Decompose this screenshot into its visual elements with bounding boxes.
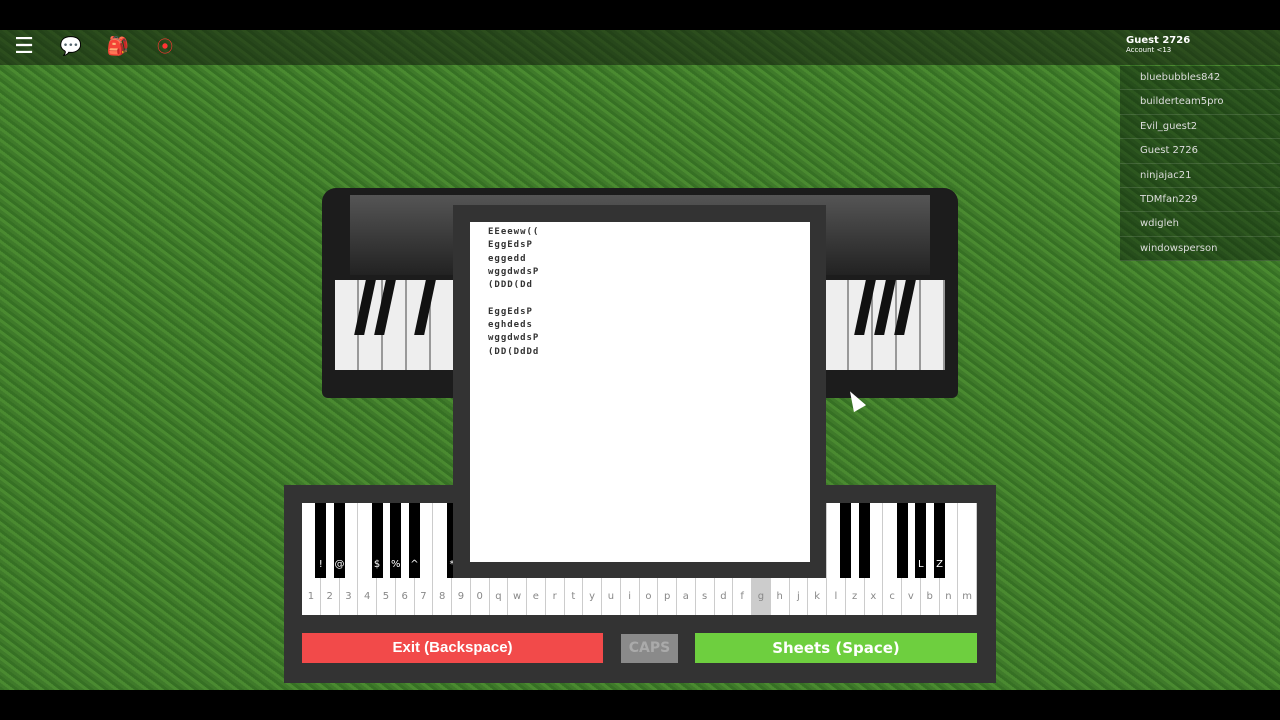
player-list-item[interactable]: ninjajac21 [1120,163,1280,188]
caps-button[interactable]: CAPS [621,634,678,663]
sheet-panel: EEeeww(( EggEdsP eggedd wggdwdsP (DDD(Dd EggE… [453,205,826,578]
chat-icon[interactable]: 💬 [57,34,85,60]
sheet-line: wggdwdsP [488,266,540,277]
black-key[interactable] [859,503,870,578]
account-subtitle: Account <13 [1126,46,1172,54]
black-key[interactable] [840,503,852,578]
black-key[interactable]: L [915,503,927,578]
player-list-item[interactable]: windowsperson [1120,236,1280,262]
sheet-line: EggEdsP [488,240,533,251]
player-list-item[interactable]: TDMfan229 [1120,187,1280,213]
record-icon[interactable]: ⦿ [151,34,179,60]
black-key[interactable]: $ [371,503,383,578]
player-list-item[interactable]: builderteam5pro [1120,90,1280,115]
account-info: Guest 2726 Account <13 [1126,35,1190,54]
black-key[interactable]: Z [934,503,945,578]
sheet-line: (DDD(Dd [488,280,533,291]
piano-3d-keys-left [335,280,455,370]
black-key[interactable]: ^ [409,503,420,578]
black-key[interactable] [896,503,908,578]
letterbox-bottom [0,690,1280,720]
player-list: bluebubbles842 builderteam5pro Evil_guest2… [1120,66,1280,262]
black-key[interactable]: % [390,503,402,578]
black-key[interactable]: ! [315,503,327,578]
white-key[interactable]: m [958,503,977,615]
sheet-line: EggEdsP [488,306,533,317]
backpack-icon[interactable]: 🎒 [104,34,132,60]
player-list-item[interactable]: wdigleh [1120,212,1280,237]
player-list-item[interactable]: bluebubbles842 [1120,66,1280,91]
black-key[interactable]: @ [334,503,345,578]
top-bar [0,30,1280,65]
player-list-item[interactable]: Guest 2726 [1120,139,1280,164]
account-name: Guest 2726 [1126,35,1191,46]
sheet-line: eghdeds [488,320,533,331]
sheet-paper: EEeeww(( EggEdsP eggedd wggdwdsP (DDD(Dd EggE… [470,222,810,562]
sheet-line: EEeeww(( [488,227,540,237]
sheet-line [488,292,810,305]
player-list-item[interactable]: Evil_guest2 [1120,114,1280,140]
menu-icon[interactable]: ☰ [10,34,38,60]
letterbox-top [0,0,1280,30]
sheet-line: eggedd [488,253,527,264]
exit-button[interactable]: Exit (Backspace) [302,633,603,663]
sheet-line: (DD(DdDd [488,346,540,357]
sheets-button[interactable]: Sheets (Space) [695,633,977,663]
sheet-line: wggdwdsP [488,333,540,344]
